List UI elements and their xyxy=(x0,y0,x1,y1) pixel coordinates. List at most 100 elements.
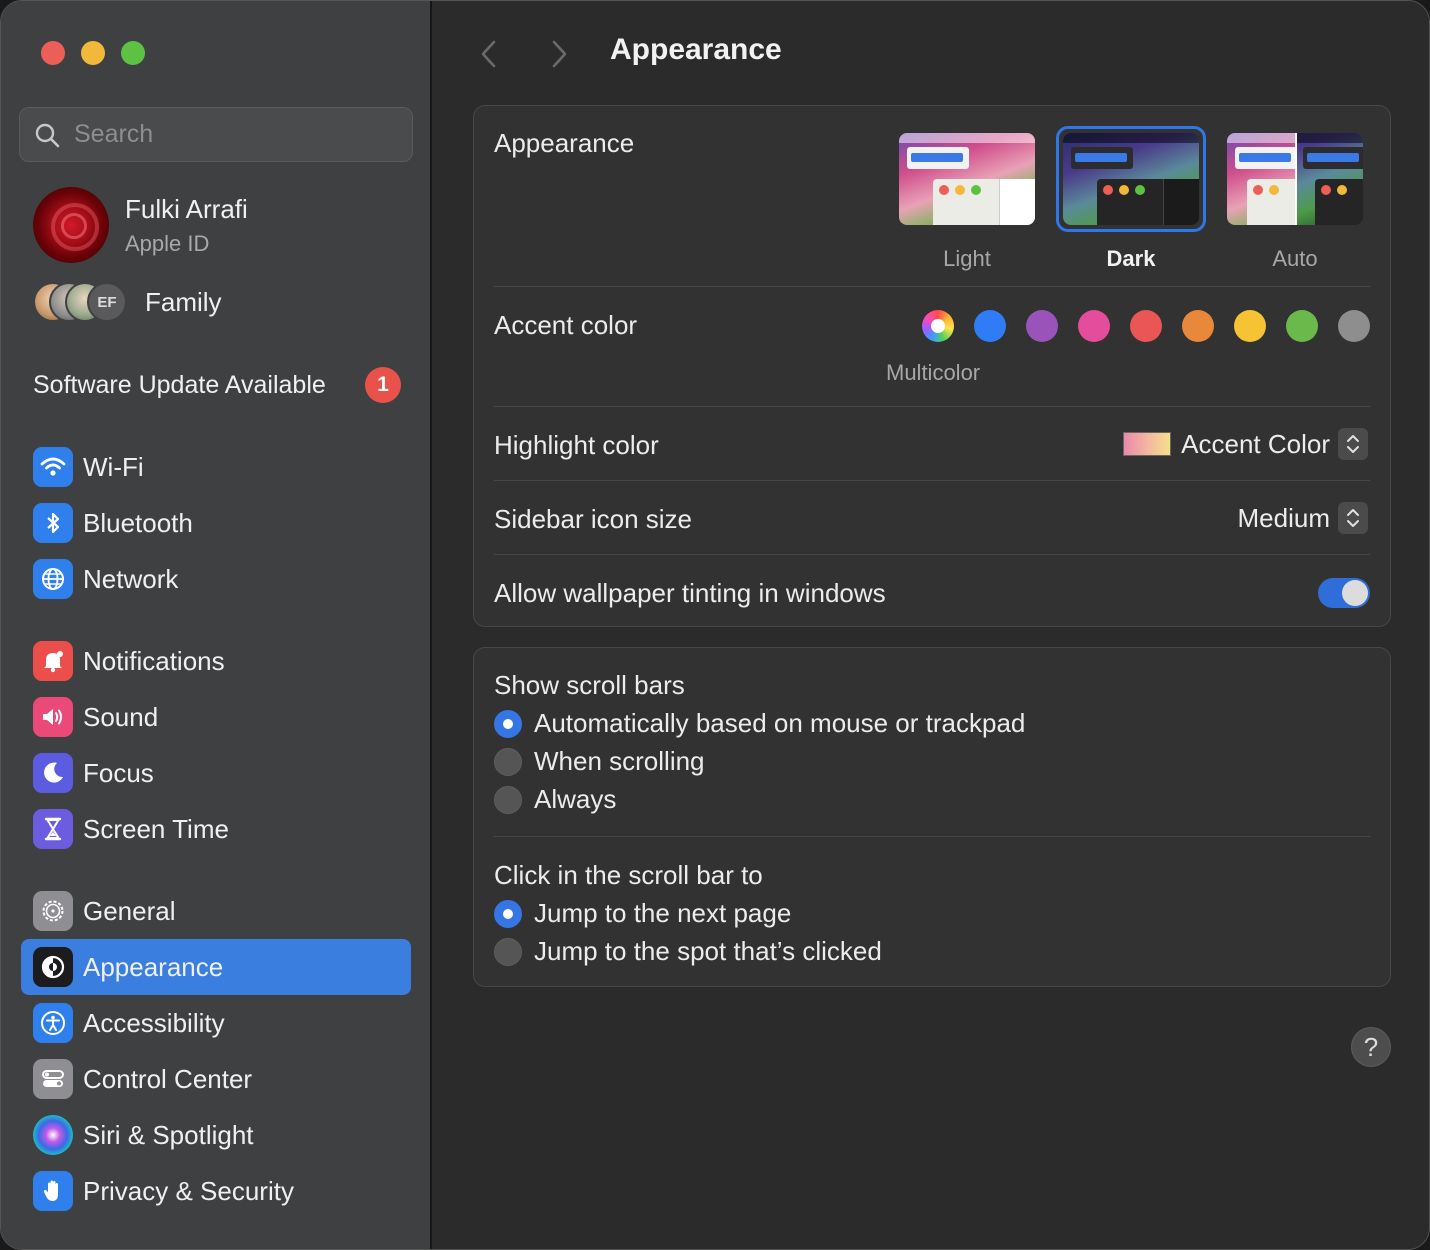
accent-color-picker xyxy=(922,310,1370,342)
radio-label: When scrolling xyxy=(534,746,705,776)
accent-orange[interactable] xyxy=(1182,310,1214,342)
accent-pink[interactable] xyxy=(1078,310,1110,342)
sidebar-item-control-center[interactable]: Control Center xyxy=(21,1051,411,1107)
accessibility-icon xyxy=(33,1003,73,1043)
family-avatars: EF xyxy=(33,281,129,323)
radio-option[interactable]: When scrolling xyxy=(494,746,705,777)
scroll-bar-settings-card: Show scroll bars Automatically based on … xyxy=(473,647,1391,987)
radio-button-selected[interactable] xyxy=(494,899,522,928)
theme-frame xyxy=(892,126,1042,232)
theme-option-auto[interactable]: Auto xyxy=(1220,126,1370,272)
radio-button[interactable] xyxy=(494,937,522,966)
radio-label: Jump to the spot that’s clicked xyxy=(534,936,882,966)
appearance-icon xyxy=(33,947,73,987)
sidebar-item-screen-time[interactable]: Screen Time xyxy=(21,801,411,857)
highlight-color-value: Accent Color xyxy=(1181,428,1330,459)
radio-option[interactable]: Automatically based on mouse or trackpad xyxy=(494,708,1025,739)
divider xyxy=(494,406,1370,407)
sidebar-item-focus[interactable]: Focus xyxy=(21,745,411,801)
accent-multicolor[interactable] xyxy=(922,310,954,342)
radio-label: Jump to the next page xyxy=(534,898,792,928)
accent-red[interactable] xyxy=(1130,310,1162,342)
settings-window: Fulki Arrafi Apple ID EF Family Software… xyxy=(0,0,1430,1250)
wifi-icon xyxy=(33,447,73,487)
theme-frame-selected xyxy=(1056,126,1206,232)
chevron-right-icon xyxy=(552,40,567,68)
sidebar-item-general[interactable]: General xyxy=(21,883,411,939)
accent-yellow[interactable] xyxy=(1234,310,1266,342)
profile-subtitle: Apple ID xyxy=(125,230,210,256)
sidebar-icon-size-label: Sidebar icon size xyxy=(494,504,692,534)
gear-icon xyxy=(33,891,73,931)
sidebar-item-network[interactable]: Network xyxy=(21,551,411,607)
minimize-button[interactable] xyxy=(81,41,105,65)
search-field[interactable] xyxy=(19,107,413,162)
accent-blue[interactable] xyxy=(974,310,1006,342)
wallpaper-tinting-toggle[interactable] xyxy=(1318,578,1370,608)
avatar xyxy=(33,187,109,263)
theme-label-light: Light xyxy=(943,246,991,271)
dark-theme-thumbnail xyxy=(1063,133,1199,225)
sidebar-item-wifi[interactable]: Wi-Fi xyxy=(21,439,411,495)
sidebar-item-label: Siri & Spotlight xyxy=(83,1119,254,1150)
radio-button[interactable] xyxy=(494,785,522,814)
sidebar: Fulki Arrafi Apple ID EF Family Software… xyxy=(1,1,432,1249)
software-update-item[interactable]: Software Update Available 1 xyxy=(33,367,401,403)
radio-button-selected[interactable] xyxy=(494,709,522,738)
software-update-label: Software Update Available xyxy=(33,370,326,399)
theme-option-dark[interactable]: Dark xyxy=(1056,126,1206,272)
divider xyxy=(494,836,1370,837)
main-content: Appearance Appearance Light Dark Auto Ac… xyxy=(433,1,1429,1249)
sidebar-item-label: Bluetooth xyxy=(83,507,193,538)
accent-green[interactable] xyxy=(1286,310,1318,342)
radio-option[interactable]: Jump to the spot that’s clicked xyxy=(494,936,882,967)
sidebar-icon-size-popup[interactable]: Medium xyxy=(1238,502,1368,534)
sidebar-item-appearance[interactable]: Appearance xyxy=(21,939,411,995)
toolbar: Appearance xyxy=(433,31,1429,75)
help-button[interactable]: ? xyxy=(1351,1027,1391,1067)
sidebar-item-accessibility[interactable]: Accessibility xyxy=(21,995,411,1051)
search-input[interactable] xyxy=(74,120,374,149)
sidebar-item-sound[interactable]: Sound xyxy=(21,689,411,745)
sidebar-item-notifications[interactable]: Notifications xyxy=(21,633,411,689)
radio-label: Automatically based on mouse or trackpad xyxy=(534,708,1026,738)
sidebar-item-bluetooth[interactable]: Bluetooth xyxy=(21,495,411,551)
accent-selected-caption: Multicolor xyxy=(886,360,981,385)
sidebar-item-label: Accessibility xyxy=(83,1007,225,1038)
highlight-color-label: Highlight color xyxy=(494,430,659,460)
highlight-color-popup[interactable]: Accent Color xyxy=(1123,428,1368,460)
apple-id-profile[interactable]: Fulki Arrafi Apple ID xyxy=(33,187,248,263)
control-center-icon xyxy=(33,1059,73,1099)
zoom-button[interactable] xyxy=(121,41,145,65)
bell-icon xyxy=(33,641,73,681)
accent-color-label: Accent color xyxy=(494,310,638,340)
profile-name: Fulki Arrafi xyxy=(125,193,248,224)
traffic-lights xyxy=(41,41,145,65)
radio-option[interactable]: Jump to the next page xyxy=(494,898,791,929)
accent-purple[interactable] xyxy=(1026,310,1058,342)
sidebar-item-label: Appearance xyxy=(83,951,224,982)
speaker-icon xyxy=(33,697,73,737)
theme-option-light[interactable]: Light xyxy=(892,126,1042,272)
theme-label-auto: Auto xyxy=(1272,246,1318,271)
back-button[interactable] xyxy=(473,37,503,71)
toggle-knob xyxy=(1342,580,1368,606)
globe-icon xyxy=(33,559,73,599)
highlight-swatch xyxy=(1123,432,1172,456)
chevron-left-icon xyxy=(481,40,496,68)
hand-icon xyxy=(33,1171,73,1211)
sidebar-item-privacy-security[interactable]: Privacy & Security xyxy=(21,1163,411,1219)
family-item[interactable]: EF Family xyxy=(33,281,222,323)
radio-button[interactable] xyxy=(494,747,522,776)
radio-option[interactable]: Always xyxy=(494,784,616,815)
forward-button[interactable] xyxy=(545,37,575,71)
appearance-settings-card: Appearance Light Dark Auto Accent color … xyxy=(473,105,1391,627)
accent-graphite[interactable] xyxy=(1338,310,1370,342)
sidebar-item-label: Screen Time xyxy=(83,813,229,844)
sidebar-item-siri-spotlight[interactable]: Siri & Spotlight xyxy=(21,1107,411,1163)
updown-chevron-icon xyxy=(1338,428,1368,460)
sidebar-item-label: Focus xyxy=(83,757,154,788)
sidebar-item-label: Network xyxy=(83,563,179,594)
close-button[interactable] xyxy=(41,41,65,65)
search-icon xyxy=(35,123,60,147)
